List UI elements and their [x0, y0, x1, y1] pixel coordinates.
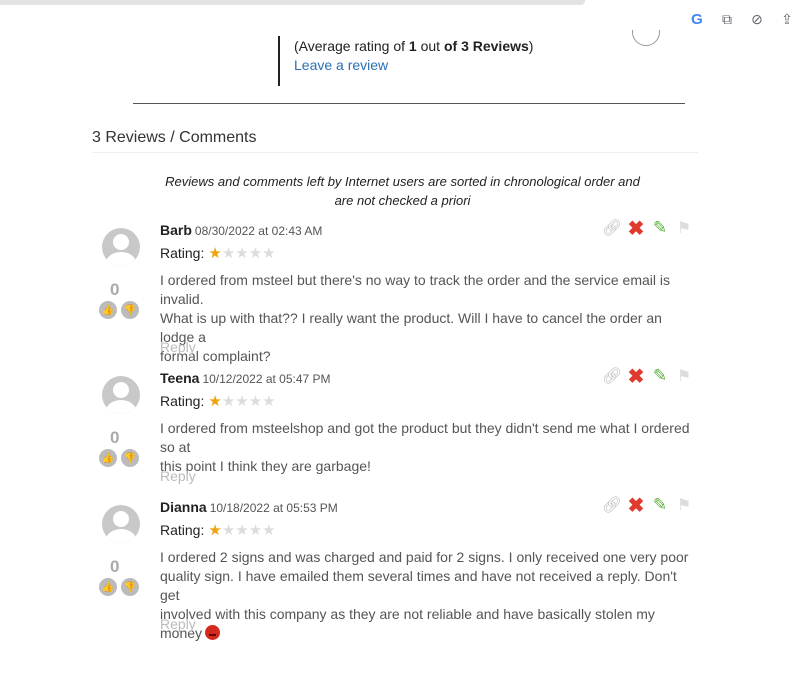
star-icon: ★ [221, 522, 236, 539]
section-rule [92, 152, 698, 153]
star-icon: ★ [208, 245, 222, 262]
star-icon: ★ [248, 393, 263, 410]
review-actions: 🔗︎ ✖ ✎ ⚑ [602, 218, 694, 240]
star-icon: ★ [262, 522, 276, 539]
review-rating: Rating: ★ ★ ★ ★ ★ [160, 522, 276, 539]
thumbs-down-icon[interactable]: 👎 [121, 301, 139, 319]
review-author: Teena 10/12/2022 at 05:47 PM [160, 370, 331, 386]
thumbs-up-icon[interactable]: 👍 [99, 449, 117, 467]
share-icon[interactable]: ⇪ [778, 10, 796, 28]
review-author: Barb 08/30/2022 at 02:43 AM [160, 222, 323, 238]
star-icon: ★ [208, 393, 222, 410]
flag-icon[interactable]: ⚑ [674, 495, 694, 515]
star-icon: ★ [235, 245, 249, 262]
avatar [102, 228, 140, 266]
review-text: I ordered 2 signs and was charged and pa… [160, 549, 689, 641]
star-icon: ★ [248, 245, 263, 262]
angry-emoji-icon [205, 625, 221, 640]
delete-icon[interactable]: ✖ [626, 218, 646, 240]
vote-count: 0 [110, 280, 120, 299]
vote-count: 0 [110, 428, 120, 447]
edit-icon[interactable]: ✎ [650, 366, 670, 386]
average-rating-text: (Average rating of 1 out of 3 Reviews) [294, 38, 534, 54]
flag-icon[interactable]: ⚑ [674, 218, 694, 238]
star-icon: ★ [248, 522, 263, 539]
thumbs-down-icon[interactable]: 👎 [121, 449, 139, 467]
star-icon: ★ [208, 522, 222, 539]
avatar [102, 376, 140, 414]
review-text: I ordered from msteelshop and got the pr… [160, 420, 690, 474]
edit-icon[interactable]: ✎ [650, 495, 670, 515]
edit-icon[interactable]: ✎ [650, 218, 670, 238]
browser-toolbar: G ⧉ ⊘ ⇪ [0, 0, 800, 36]
leave-review-link[interactable]: Leave a review [294, 57, 533, 73]
review-rating: Rating: ★ ★ ★ ★ ★ [160, 245, 276, 262]
review-author: Dianna 10/18/2022 at 05:53 PM [160, 499, 338, 515]
reply-link[interactable]: Reply [160, 468, 196, 484]
delete-icon[interactable]: ✖ [626, 495, 646, 517]
translate-icon[interactable]: ⧉ [718, 10, 736, 28]
delete-icon[interactable]: ✖ [626, 366, 646, 388]
google-icon[interactable]: G [688, 10, 706, 28]
eye-off-icon[interactable]: ⊘ [748, 10, 766, 28]
review-actions: 🔗︎ ✖ ✎ ⚑ [602, 495, 694, 517]
reviews-notice: Reviews and comments left by Internet us… [165, 174, 640, 208]
address-bar-edge [0, 0, 585, 5]
toolbar-icons: G ⧉ ⊘ ⇪ [688, 10, 796, 28]
flag-icon[interactable]: ⚑ [674, 366, 694, 386]
thumbs-down-icon[interactable]: 👎 [121, 578, 139, 596]
link-icon[interactable]: 🔗︎ [602, 366, 622, 386]
review-text: I ordered from msteel but there's no way… [160, 272, 671, 364]
review-actions: 🔗︎ ✖ ✎ ⚑ [602, 366, 694, 388]
star-icon: ★ [235, 522, 249, 539]
link-icon[interactable]: 🔗︎ [602, 218, 622, 238]
review-rating: Rating: ★ ★ ★ ★ ★ [160, 393, 276, 410]
section-title: 3 Reviews / Comments [92, 129, 257, 146]
divider [133, 103, 685, 104]
reply-link[interactable]: Reply [160, 616, 196, 632]
thumbs-up-icon[interactable]: 👍 [99, 301, 117, 319]
star-icon: ★ [221, 393, 236, 410]
star-icon: ★ [262, 245, 276, 262]
link-icon[interactable]: 🔗︎ [602, 495, 622, 515]
avatar [102, 505, 140, 543]
reply-link[interactable]: Reply [160, 339, 196, 355]
star-icon: ★ [235, 393, 249, 410]
average-rating-block: (Average rating of 1 out of 3 Reviews) L… [278, 36, 533, 86]
thumbs-up-icon[interactable]: 👍 [99, 578, 117, 596]
vote-count: 0 [110, 557, 120, 576]
star-icon: ★ [262, 393, 276, 410]
star-icon: ★ [221, 245, 236, 262]
